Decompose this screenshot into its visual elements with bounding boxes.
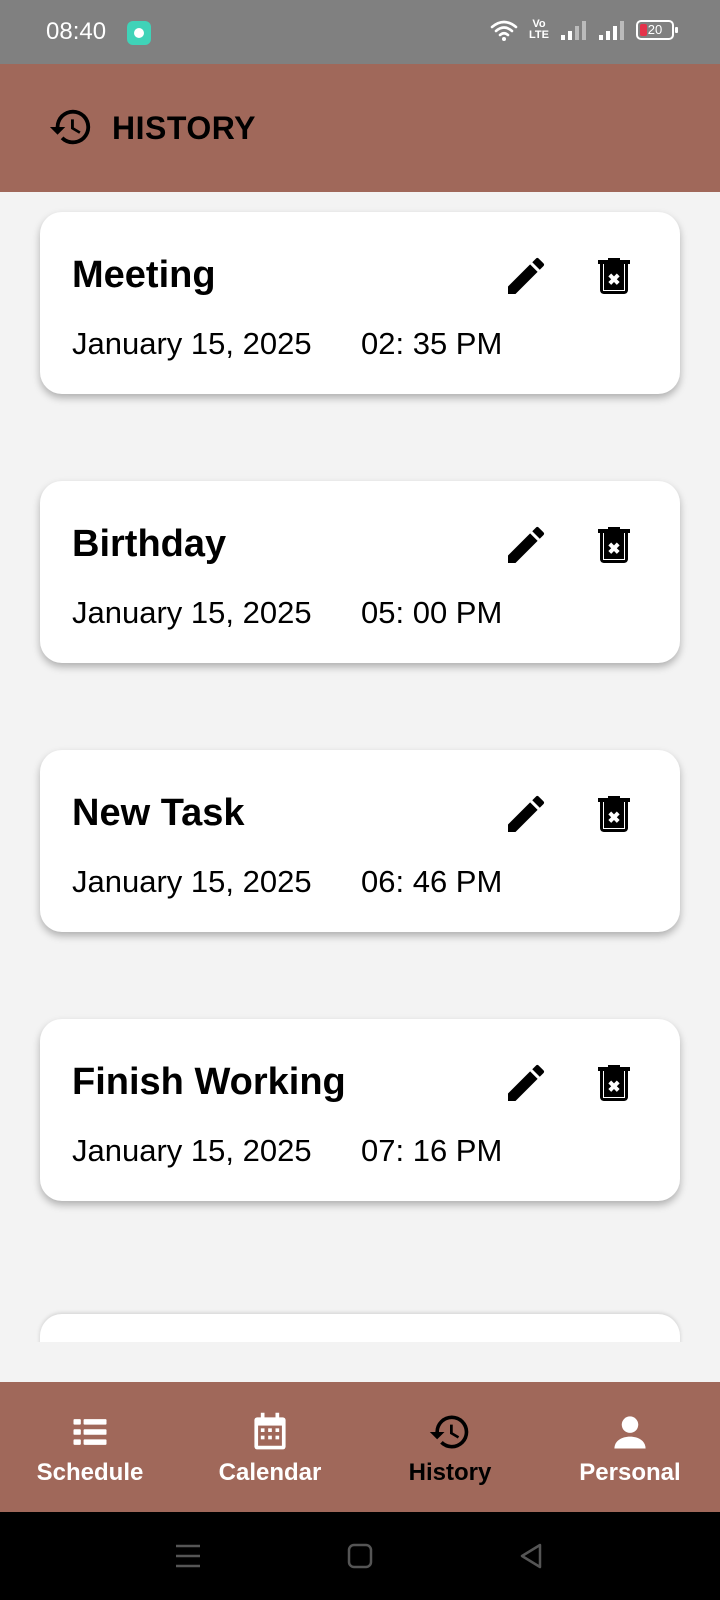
event-title: Birthday bbox=[72, 523, 227, 565]
event-title: Meeting bbox=[72, 254, 216, 296]
signal-icon bbox=[561, 21, 586, 40]
delete-icon[interactable] bbox=[590, 790, 638, 838]
battery-icon: 20 bbox=[636, 20, 678, 40]
edit-icon[interactable] bbox=[502, 790, 550, 838]
event-date: January 15, 2025 bbox=[72, 595, 312, 630]
event-card[interactable]: New Task January 15, 2025 06: 46 PM bbox=[40, 750, 680, 932]
menu-icon[interactable] bbox=[166, 1534, 210, 1578]
page-title: HISTORY bbox=[112, 110, 256, 146]
status-bar: 08:40 Vo LTE 20 bbox=[0, 0, 720, 64]
event-title: Finish Working bbox=[72, 1061, 346, 1103]
event-time: 06: 46 PM bbox=[361, 864, 503, 899]
event-time: 07: 16 PM bbox=[361, 1133, 503, 1168]
wifi-icon bbox=[490, 20, 518, 41]
calendar-icon bbox=[254, 1412, 286, 1450]
list-icon bbox=[73, 1419, 107, 1445]
system-nav-bar bbox=[0, 1512, 720, 1600]
back-icon[interactable] bbox=[510, 1534, 554, 1578]
nav-item-schedule[interactable]: Schedule bbox=[0, 1382, 180, 1512]
event-date: January 15, 2025 bbox=[72, 1133, 312, 1168]
nav-label: Schedule bbox=[36, 1459, 144, 1486]
event-date: January 15, 2025 bbox=[72, 326, 312, 361]
event-card[interactable]: Birthday January 15, 2025 05: 00 PM bbox=[40, 481, 680, 663]
nav-label: History bbox=[408, 1459, 492, 1486]
nav-item-personal[interactable]: Personal bbox=[540, 1382, 720, 1512]
event-date: January 15, 2025 bbox=[72, 864, 312, 899]
volte-indicator: Vo LTE bbox=[529, 18, 549, 41]
nav-item-history[interactable]: History bbox=[360, 1382, 540, 1512]
event-card[interactable]: Finish Working January 15, 2025 07: 16 P… bbox=[40, 1019, 680, 1201]
signal-icon bbox=[599, 21, 624, 40]
event-time: 05: 00 PM bbox=[361, 595, 503, 630]
status-time: 08:40 bbox=[46, 18, 107, 45]
edit-icon[interactable] bbox=[502, 252, 550, 300]
app-notification-icon bbox=[127, 21, 151, 45]
person-icon bbox=[614, 1416, 646, 1449]
nav-label: Personal bbox=[579, 1459, 681, 1486]
delete-icon[interactable] bbox=[590, 521, 638, 569]
event-card[interactable]: Meeting January 15, 2025 02: 35 PM bbox=[40, 212, 680, 394]
event-time: 02: 35 PM bbox=[361, 326, 503, 361]
event-card[interactable] bbox=[40, 1314, 680, 1342]
delete-icon[interactable] bbox=[590, 252, 638, 300]
nav-item-calendar[interactable]: Calendar bbox=[180, 1382, 360, 1512]
status-indicators: Vo LTE 20 bbox=[490, 18, 678, 42]
app-bar: HISTORY bbox=[0, 64, 720, 192]
home-icon[interactable] bbox=[338, 1534, 382, 1578]
bottom-nav: Schedule Calendar History Personal bbox=[0, 1382, 720, 1512]
history-list[interactable]: Meeting January 15, 2025 02: 35 PM Birth… bbox=[0, 192, 720, 1342]
event-title: New Task bbox=[72, 792, 245, 834]
history-icon bbox=[49, 109, 91, 145]
history-icon bbox=[429, 1415, 469, 1449]
nav-label: Calendar bbox=[218, 1459, 322, 1486]
edit-icon[interactable] bbox=[502, 521, 550, 569]
edit-icon[interactable] bbox=[502, 1059, 550, 1107]
delete-icon[interactable] bbox=[590, 1059, 638, 1107]
